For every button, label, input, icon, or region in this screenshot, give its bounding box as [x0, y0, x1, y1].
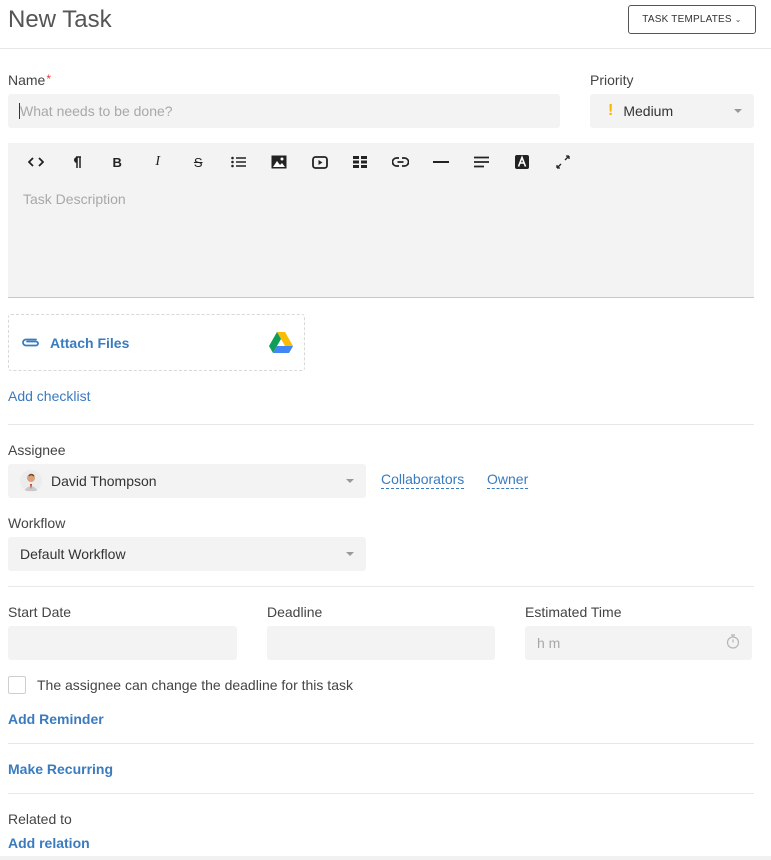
strikethrough-icon[interactable]: S [178, 149, 219, 175]
bold-glyph: B [112, 154, 122, 170]
horizontal-rule-icon[interactable] [421, 149, 462, 175]
image-icon[interactable] [259, 149, 300, 175]
bold-icon[interactable]: B [97, 149, 138, 175]
code-view-icon[interactable] [16, 149, 57, 175]
collaborators-link[interactable]: Collaborators [381, 471, 465, 489]
assignee-value: David Thompson [51, 473, 157, 489]
start-date-input[interactable] [8, 626, 237, 660]
workflow-label: Workflow [8, 515, 66, 531]
priority-label: Priority [590, 72, 634, 88]
bottom-edge [0, 856, 771, 860]
make-recurring-link[interactable]: Make Recurring [8, 761, 113, 777]
deadline-change-label: The assignee can change the deadline for… [37, 677, 353, 693]
text-color-icon[interactable] [502, 149, 543, 175]
owner-link[interactable]: Owner [487, 471, 529, 489]
chevron-down-icon: ⌄ [734, 15, 742, 24]
section-divider [8, 586, 754, 587]
name-label: Name* [8, 72, 51, 88]
assignee-label: Assignee [8, 442, 66, 458]
add-checklist-link[interactable]: Add checklist [8, 388, 90, 404]
editor-toolbar: B I S [16, 149, 583, 175]
deadline-label: Deadline [267, 604, 323, 620]
required-mark: * [46, 72, 52, 86]
related-to-label: Related to [8, 811, 72, 827]
table-icon[interactable] [340, 149, 381, 175]
italic-icon[interactable]: I [138, 149, 179, 175]
add-reminder-link[interactable]: Add Reminder [8, 711, 104, 727]
priority-select[interactable]: ! Medium [590, 94, 754, 128]
start-date-label: Start Date [8, 604, 72, 620]
link-icon[interactable] [381, 149, 422, 175]
task-templates-button[interactable]: TASK TEMPLATES ⌄ [628, 5, 756, 34]
description-placeholder: Task Description [23, 191, 126, 207]
workflow-value: Default Workflow [20, 546, 126, 562]
bullet-list-icon[interactable] [219, 149, 260, 175]
strike-glyph: S [193, 154, 203, 170]
italic-glyph: I [155, 154, 161, 169]
estimated-time-input[interactable]: h m [525, 626, 752, 660]
deadline-input[interactable] [267, 626, 495, 660]
section-divider [8, 743, 754, 744]
estimated-time-label: Estimated Time [525, 604, 622, 620]
header-divider [0, 48, 771, 49]
dropdown-arrow-icon [734, 109, 742, 113]
page-title: New Task [8, 6, 112, 33]
task-name-input[interactable] [8, 94, 560, 128]
video-icon[interactable] [300, 149, 341, 175]
dropdown-arrow-icon [346, 552, 354, 556]
attach-files-label: Attach Files [50, 334, 130, 351]
add-relation-link[interactable]: Add relation [8, 835, 90, 851]
text-cursor [19, 103, 20, 119]
priority-value: Medium [623, 103, 674, 119]
paperclip-icon [21, 335, 41, 351]
workflow-select[interactable]: Default Workflow [8, 537, 366, 571]
section-divider [8, 424, 754, 425]
assignee-select[interactable]: David Thompson [8, 464, 366, 498]
stopwatch-icon [726, 634, 740, 652]
section-divider [8, 793, 754, 794]
estimated-time-placeholder: h m [537, 635, 561, 651]
name-label-text: Name [8, 72, 46, 88]
exclamation-icon: ! [608, 102, 614, 119]
avatar [20, 470, 42, 492]
attach-files-dropzone[interactable]: Attach Files [8, 314, 305, 371]
description-editor[interactable]: B I S Task Description [8, 143, 754, 298]
paragraph-icon[interactable] [57, 149, 98, 175]
align-icon[interactable] [462, 149, 503, 175]
dropdown-arrow-icon [346, 479, 354, 483]
deadline-change-checkbox[interactable] [8, 676, 26, 694]
fullscreen-icon[interactable] [543, 149, 584, 175]
google-drive-icon[interactable] [269, 332, 293, 356]
task-templates-label: TASK TEMPLATES [642, 14, 732, 25]
